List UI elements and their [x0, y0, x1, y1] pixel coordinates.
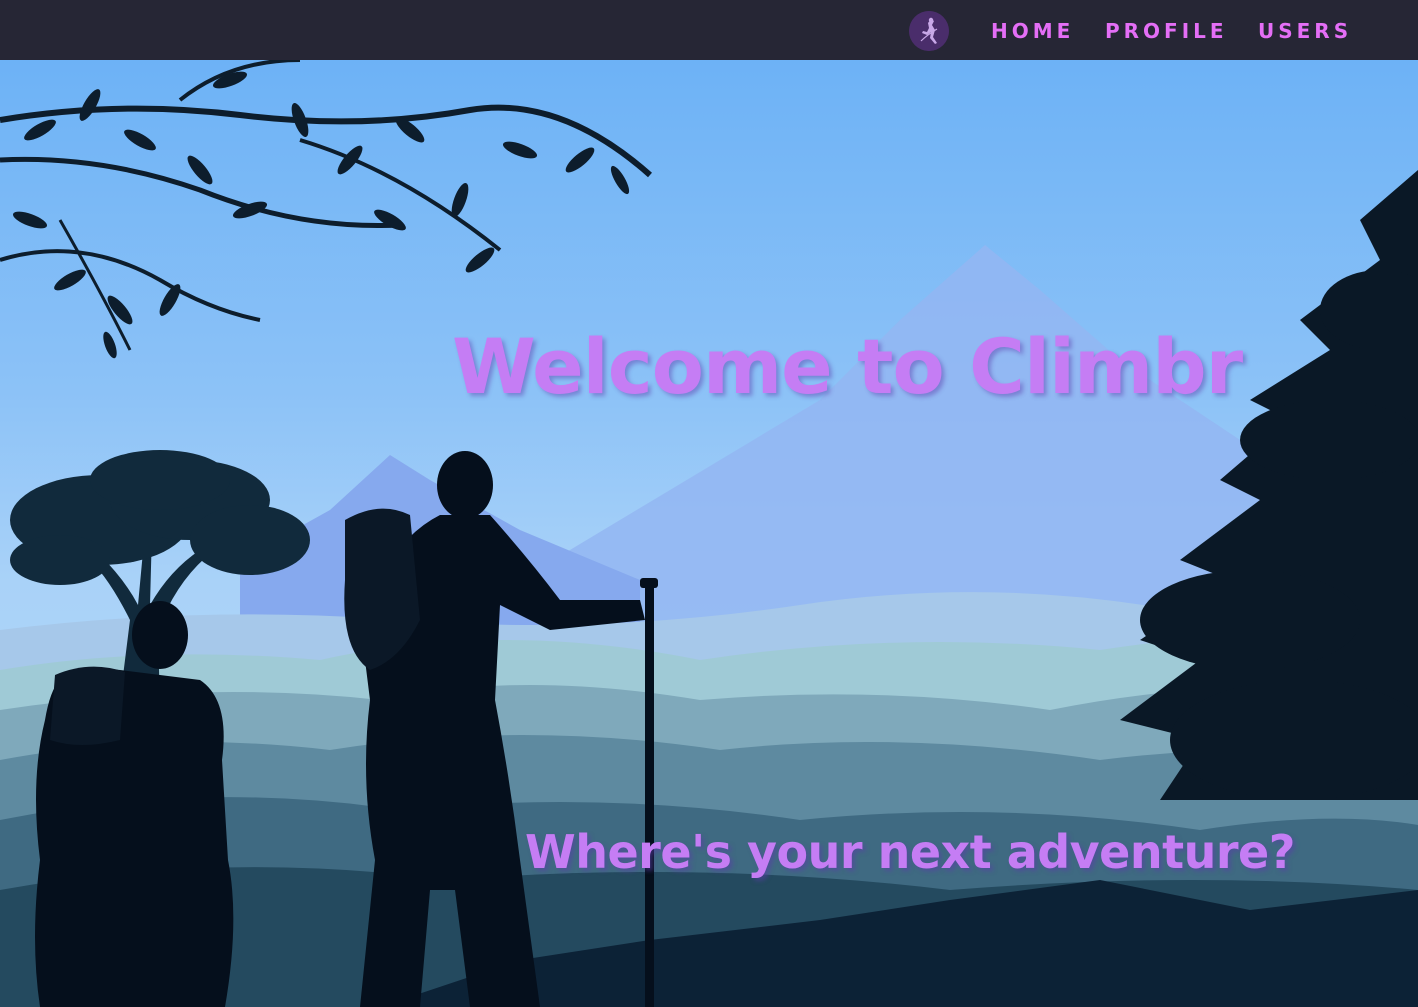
nav-link-profile[interactable]: PROFILE: [1105, 18, 1228, 44]
climber-logo-icon[interactable]: [909, 11, 949, 51]
top-navbar: HOME PROFILE USERS: [0, 0, 1418, 60]
hero-tagline: Where's your next adventure?: [525, 825, 1295, 879]
nav-link-home[interactable]: HOME: [991, 18, 1074, 44]
hero-section: Welcome to Climbr Where's your next adve…: [0, 60, 1418, 1007]
nav-link-users[interactable]: USERS: [1258, 18, 1352, 44]
hero-title: Welcome to Climbr: [452, 322, 1243, 411]
